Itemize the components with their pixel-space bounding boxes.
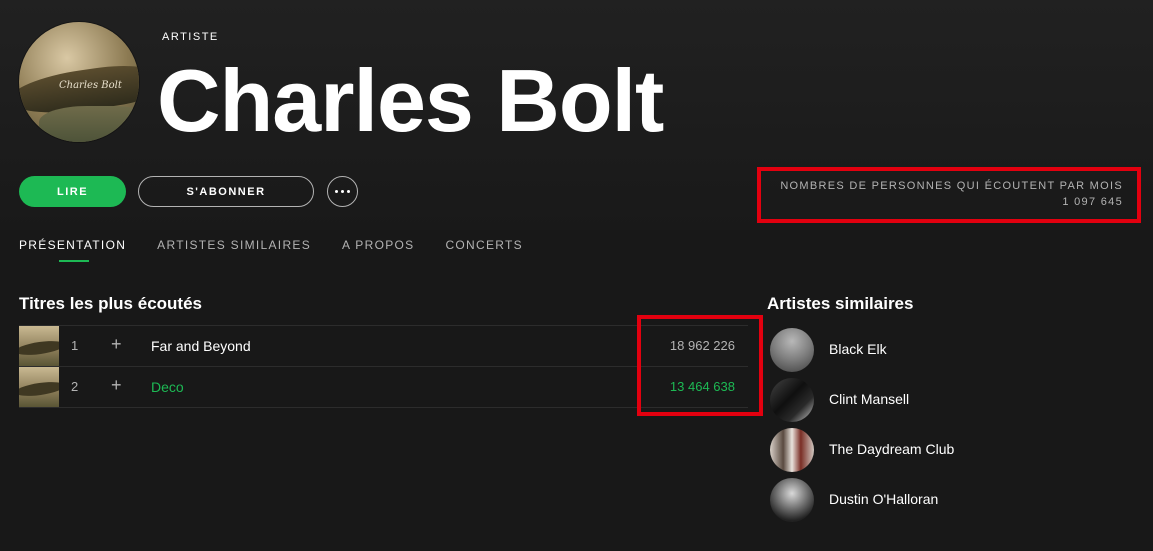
track-cover [19, 367, 59, 407]
similar-artist-name: Clint Mansell [829, 391, 910, 407]
play-count-highlight [637, 315, 763, 416]
artist-avatar-small [770, 378, 814, 422]
artist-tabs: PRÉSENTATION ARTISTES SIMILAIRES A PROPO… [19, 237, 554, 267]
follow-button[interactable]: S'ABONNER [138, 176, 314, 207]
artist-kind-label: ARTISTE [162, 31, 219, 43]
similar-artist-name: Dustin O'Halloran [829, 491, 939, 507]
add-track-icon[interactable]: + [111, 334, 122, 354]
add-track-icon[interactable]: + [111, 375, 122, 395]
track-number: 1 [71, 338, 79, 353]
track-title[interactable]: Far and Beyond [151, 338, 251, 354]
similar-artist-name: The Daydream Club [829, 441, 955, 457]
tab-about[interactable]: A PROPOS [342, 237, 414, 267]
tab-concerts[interactable]: CONCERTS [445, 237, 523, 267]
monthly-listeners-value: 1 097 645 [1062, 196, 1123, 208]
artist-name: Charles Bolt [157, 51, 664, 150]
more-options-button[interactable] [327, 176, 358, 207]
more-horizontal-icon [341, 190, 344, 193]
play-button[interactable]: LIRE [19, 176, 126, 207]
artist-avatar-small [770, 428, 814, 472]
artist-avatar-small [770, 478, 814, 522]
similar-artists-title: Artistes similaires [767, 294, 914, 313]
track-cover [19, 326, 59, 366]
more-horizontal-icon [335, 190, 338, 193]
artist-avatar: Charles Bolt [19, 22, 139, 142]
popular-tracks-title: Titres les plus écoutés [19, 294, 202, 313]
avatar-signature: Charles Bolt [59, 80, 122, 91]
track-title[interactable]: Deco [151, 379, 184, 395]
more-horizontal-icon [347, 190, 350, 193]
tab-presentation[interactable]: PRÉSENTATION [19, 237, 126, 267]
monthly-listeners-label: NOMBRES DE PERSONNES QUI ÉCOUTENT PAR MO… [780, 180, 1123, 192]
artist-avatar-small [770, 328, 814, 372]
avatar-landscape-shore [39, 106, 139, 142]
tab-similar-artists[interactable]: ARTISTES SIMILAIRES [157, 237, 311, 267]
track-number: 2 [71, 379, 79, 394]
similar-artist-name: Black Elk [829, 341, 887, 357]
monthly-listeners-highlight: NOMBRES DE PERSONNES QUI ÉCOUTENT PAR MO… [757, 167, 1141, 223]
